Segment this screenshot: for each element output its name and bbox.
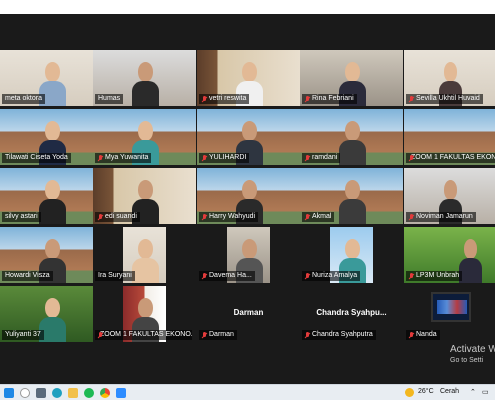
participant-tile[interactable]: Harry Wahyudi bbox=[197, 168, 300, 224]
weather-sun-icon bbox=[405, 388, 414, 397]
participant-name: silvy astari bbox=[2, 212, 41, 222]
participant-name: meta oktora bbox=[2, 94, 45, 104]
edge-icon[interactable] bbox=[52, 388, 62, 398]
zoom-icon[interactable] bbox=[116, 388, 126, 398]
activate-windows-watermark: Activate W bbox=[450, 344, 495, 355]
weather-condition[interactable]: Cerah bbox=[440, 388, 459, 395]
search-icon[interactable] bbox=[20, 388, 30, 398]
participant-tile[interactable]: Davema Ha... bbox=[197, 227, 300, 283]
muted-mic-icon bbox=[409, 272, 414, 280]
muted-mic-icon bbox=[305, 272, 310, 280]
muted-mic-icon bbox=[202, 213, 207, 221]
muted-mic-icon bbox=[409, 213, 414, 221]
file-explorer-icon[interactable] bbox=[68, 388, 78, 398]
muted-mic-icon bbox=[305, 213, 310, 221]
participant-name: Sevilla Ukhtil Huvaid bbox=[406, 94, 483, 104]
windows-icon[interactable] bbox=[4, 388, 14, 398]
participant-tile[interactable]: ramdani bbox=[300, 109, 403, 165]
participant-name: ZOOM 1 FAKULTAS EKONO... bbox=[406, 153, 495, 163]
muted-mic-icon bbox=[202, 331, 207, 339]
participant-tile[interactable]: LP3M Unbrah bbox=[404, 227, 495, 283]
participant-name: Tilawati Ciseta Yoda bbox=[2, 153, 71, 163]
participant-video bbox=[339, 121, 366, 165]
participant-tile[interactable]: Yuliyanti 37 bbox=[0, 286, 103, 342]
participant-video bbox=[132, 239, 159, 283]
participant-tile-active-speaker[interactable]: Humas bbox=[93, 50, 196, 106]
spotify-icon[interactable] bbox=[84, 388, 94, 398]
participant-video bbox=[39, 180, 66, 224]
muted-mic-icon bbox=[305, 331, 310, 339]
task-view-icon[interactable] bbox=[36, 388, 46, 398]
network-icon[interactable]: ▭ bbox=[482, 388, 489, 396]
muted-mic-icon bbox=[202, 272, 207, 280]
gallery-grid: meta oktora Humas vetri reswita Rina Feb… bbox=[0, 36, 495, 348]
participant-name: Mya Yuwanita bbox=[95, 153, 152, 163]
participant-name: Ira Suryani bbox=[95, 271, 135, 281]
participant-tile[interactable]: Nanda bbox=[404, 286, 495, 342]
windows-taskbar: 26°C Cerah ⌃ ▭ bbox=[0, 384, 495, 400]
participant-name: Howardi Visza bbox=[2, 271, 53, 281]
participant-name: Nanda bbox=[406, 330, 440, 340]
participant-tile[interactable]: YULIHARDI bbox=[197, 109, 300, 165]
participant-name: LP3M Unbrah bbox=[406, 271, 463, 281]
participant-tile[interactable]: Rina Febriani bbox=[300, 50, 403, 106]
screen: meta oktora Humas vetri reswita Rina Feb… bbox=[0, 0, 495, 400]
muted-mic-icon bbox=[305, 95, 310, 103]
video-off-name: Chandra Syahpu... bbox=[316, 308, 387, 317]
participant-video bbox=[132, 62, 159, 106]
participant-tile-video-off[interactable]: Darman Darman bbox=[197, 286, 300, 342]
chrome-icon[interactable] bbox=[100, 388, 110, 398]
activate-windows-hint: Go to Setti bbox=[450, 357, 484, 364]
muted-mic-icon bbox=[305, 154, 310, 162]
participant-tile[interactable]: Tilawati Ciseta Yoda bbox=[0, 109, 103, 165]
participant-name: Chandra Syahputra bbox=[302, 330, 376, 340]
participant-name: vetri reswita bbox=[199, 94, 250, 104]
muted-mic-icon bbox=[98, 154, 103, 162]
participant-name: Akmal bbox=[302, 212, 335, 222]
participant-name: ramdani bbox=[302, 153, 341, 163]
participant-name: ZOOM 1 FAKULTAS EKONO... bbox=[95, 330, 192, 340]
participant-name: Harry Wahyudi bbox=[199, 212, 259, 222]
participant-tile[interactable]: Mya Yuwanita bbox=[93, 109, 196, 165]
participant-tile[interactable]: Ira Suryani bbox=[93, 227, 196, 283]
participant-name: YULIHARDI bbox=[199, 153, 250, 163]
participant-tile[interactable]: Sevilla Ukhtil Huvaid bbox=[404, 50, 495, 106]
tray-chevron-up-icon[interactable]: ⌃ bbox=[470, 388, 476, 396]
participant-tile[interactable]: Noviman Jamarun bbox=[404, 168, 495, 224]
participant-video bbox=[339, 180, 366, 224]
participant-tile[interactable]: Howardi Visza bbox=[0, 227, 103, 283]
participant-name: Darman bbox=[199, 330, 237, 340]
participant-name: Noviman Jamarun bbox=[406, 212, 476, 222]
participant-tile[interactable]: Akmal bbox=[300, 168, 403, 224]
participant-name: edi suandi bbox=[95, 212, 140, 222]
video-off-name: Darman bbox=[233, 308, 264, 317]
muted-mic-icon bbox=[202, 95, 207, 103]
participant-name: Rina Febriani bbox=[302, 94, 357, 104]
participant-tile[interactable]: Nuriza Amalya bbox=[300, 227, 403, 283]
participant-tile[interactable]: silvy astari bbox=[0, 168, 103, 224]
participant-tile[interactable]: ZOOM 1 FAKULTAS EKONO... bbox=[93, 286, 196, 342]
muted-mic-icon bbox=[409, 331, 414, 339]
muted-mic-icon bbox=[409, 95, 414, 103]
participant-tile[interactable]: ZOOM 1 FAKULTAS EKONO... bbox=[404, 109, 495, 165]
participant-name: Yuliyanti 37 bbox=[2, 330, 44, 340]
participant-tile[interactable]: vetri reswita bbox=[197, 50, 300, 106]
participant-tile-video-off[interactable]: Chandra Syahpu... Chandra Syahputra bbox=[300, 286, 403, 342]
participant-tile[interactable]: meta oktora bbox=[0, 50, 103, 106]
monitor-screen-video bbox=[431, 292, 472, 322]
participant-name: Humas bbox=[95, 94, 124, 104]
muted-mic-icon bbox=[202, 154, 207, 162]
participant-name: Nuriza Amalya bbox=[302, 271, 361, 281]
weather-temperature[interactable]: 26°C bbox=[418, 388, 434, 395]
muted-mic-icon bbox=[98, 213, 103, 221]
top-strip bbox=[0, 0, 495, 14]
participant-tile[interactable]: edi suandi bbox=[93, 168, 196, 224]
participant-name: Davema Ha... bbox=[199, 271, 255, 281]
